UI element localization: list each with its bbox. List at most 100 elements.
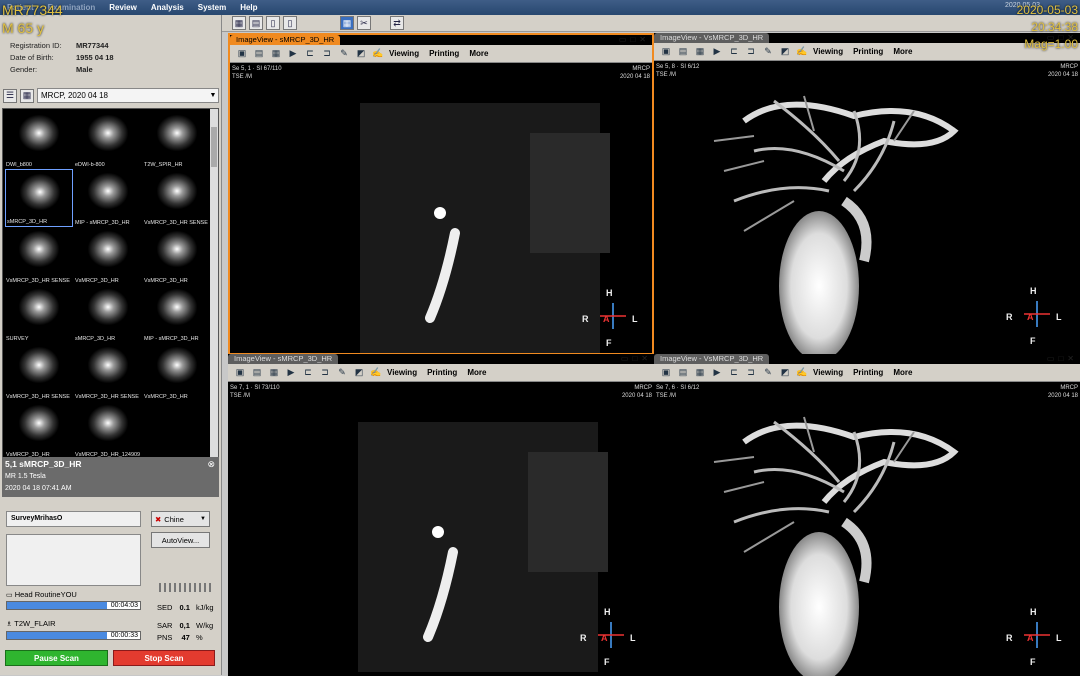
printing-menu[interactable]: Printing xyxy=(853,368,883,377)
grid-icon[interactable]: ▦ xyxy=(270,48,282,59)
annotate-icon[interactable]: ✍ xyxy=(370,367,382,378)
menu-review[interactable]: Review xyxy=(102,3,144,12)
layout-icon[interactable]: ▣ xyxy=(236,48,248,59)
window-level-icon[interactable]: ◩ xyxy=(355,48,367,59)
pin-icon[interactable]: ✎ xyxy=(762,367,774,378)
thumbnail[interactable]: sMRCP_3D_HR xyxy=(5,169,73,227)
window-controls-icon[interactable]: ▭□✕ xyxy=(1047,354,1078,363)
layout-icon[interactable]: ▣ xyxy=(660,46,672,57)
thumbnail[interactable]: MIP - sMRCP_3D_HR xyxy=(74,169,142,227)
thumbnail[interactable]: VsMRCP_3D_HR SENSE xyxy=(143,169,211,227)
menu-analysis[interactable]: Analysis xyxy=(144,3,191,12)
scrollbar-thumb[interactable] xyxy=(211,127,217,167)
mr-image[interactable] xyxy=(654,61,1080,355)
more-menu[interactable]: More xyxy=(893,47,912,56)
annotate-icon[interactable]: ✍ xyxy=(796,367,808,378)
ruler-icon[interactable]: ⊏ xyxy=(304,48,316,59)
queue-item-2[interactable]: ♗ T2W_FLAIR xyxy=(6,619,56,628)
layout-icon[interactable]: ▦ xyxy=(232,16,246,30)
pin-icon[interactable]: ✎ xyxy=(336,367,348,378)
thumbnail[interactable]: DWI_b800 xyxy=(5,111,73,169)
grid-view-icon[interactable]: ▦ xyxy=(20,88,34,103)
measure-icon[interactable]: ⊐ xyxy=(745,46,757,57)
series-icon[interactable]: ▤ xyxy=(677,46,689,57)
ruler-icon[interactable]: ⊏ xyxy=(302,367,314,378)
window-level-icon[interactable]: ◩ xyxy=(353,367,365,378)
collapse-icon[interactable]: ⊗ xyxy=(207,459,215,470)
thumbnail[interactable]: VsMRCP_3D_HR SENSE xyxy=(74,343,142,401)
play-icon[interactable]: ▶ xyxy=(287,48,299,59)
thumbnail[interactable]: SURVEY xyxy=(5,285,73,343)
more-menu[interactable]: More xyxy=(893,368,912,377)
play-icon[interactable]: ▶ xyxy=(711,46,723,57)
layout-icon[interactable]: ▣ xyxy=(234,367,246,378)
printing-menu[interactable]: Printing xyxy=(427,368,457,377)
thumbnail[interactable]: VsMRCP_3D_HR SENSE xyxy=(5,343,73,401)
autoview-button[interactable]: AutoView... xyxy=(151,532,210,548)
folder-icon[interactable]: ▤ xyxy=(249,16,263,30)
thumbnail[interactable]: eDWI-b-800 xyxy=(74,111,142,169)
thumbnail[interactable]: VsMRCP_3D_HR xyxy=(5,401,73,459)
annotate-icon[interactable]: ✍ xyxy=(372,48,384,59)
thumbnail[interactable]: VsMRCP_3D_HR xyxy=(74,227,142,285)
swap-icon[interactable]: ⇄ xyxy=(390,16,404,30)
measure-icon[interactable]: ⊐ xyxy=(321,48,333,59)
series-icon[interactable]: ▤ xyxy=(253,48,265,59)
play-icon[interactable]: ▶ xyxy=(285,367,297,378)
menu-system[interactable]: System xyxy=(191,3,233,12)
thumbnail[interactable]: VsMRCP_3D_HR SENSE xyxy=(5,227,73,285)
window-level-icon[interactable]: ◩ xyxy=(779,367,791,378)
tool-icon[interactable]: ✂ xyxy=(357,16,371,30)
thumbnail[interactable]: VsMRCP_3D_HR_124909 xyxy=(74,401,142,459)
pin-icon[interactable]: ✎ xyxy=(338,48,350,59)
printing-menu[interactable]: Printing xyxy=(429,49,459,58)
measure-icon[interactable]: ⊐ xyxy=(319,367,331,378)
stop-scan-button[interactable]: Stop Scan xyxy=(113,650,215,666)
grid-active-icon[interactable]: ▦ xyxy=(340,16,354,30)
viewport-tab[interactable]: ImageView - sMRCP_3D_HR xyxy=(228,354,339,364)
grid-icon[interactable]: ▦ xyxy=(268,367,280,378)
thumbnail[interactable]: sMRCP_3D_HR xyxy=(74,285,142,343)
window-controls-icon[interactable]: ▭□✕ xyxy=(621,354,652,363)
image-viewport[interactable]: ImageView - VsMRCP_3D_HR ▭□✕ ▣ ▤ ▦ ▶ ⊏ ⊐ ✎ ◩ ✍ View… xyxy=(654,354,1080,676)
measure-icon[interactable]: ⊐ xyxy=(745,367,757,378)
thumbnail[interactable]: T2W_SPIR_HR xyxy=(143,111,211,169)
viewing-menu[interactable]: Viewing xyxy=(389,49,419,58)
window-level-icon[interactable]: ◩ xyxy=(779,46,791,57)
window-controls-icon[interactable]: ▭□✕ xyxy=(619,35,650,44)
more-menu[interactable]: More xyxy=(469,49,488,58)
layout-icon[interactable]: ▣ xyxy=(660,367,672,378)
viewport-tab[interactable]: ImageView - sMRCP_3D_HR xyxy=(230,35,341,45)
more-menu[interactable]: More xyxy=(467,368,486,377)
grid-icon[interactable]: ▦ xyxy=(694,367,706,378)
thumbnail[interactable]: VsMRCP_3D_HR xyxy=(143,227,211,285)
exam-select[interactable]: MRCP, 2020 04 18 ▼ xyxy=(37,88,219,103)
pin-icon[interactable]: ✎ xyxy=(762,46,774,57)
printing-menu[interactable]: Printing xyxy=(853,47,883,56)
viewing-menu[interactable]: Viewing xyxy=(387,368,417,377)
play-icon[interactable]: ▶ xyxy=(711,367,723,378)
ruler-icon[interactable]: ⊏ xyxy=(728,367,740,378)
queue-item-1[interactable]: ▭ Head RoutineYOU xyxy=(6,590,77,599)
viewport-tab[interactable]: ImageView - VsMRCP_3D_HR xyxy=(654,354,770,364)
thumbnail-scrollbar[interactable] xyxy=(210,109,218,457)
list-view-icon[interactable]: ☰ xyxy=(3,88,17,103)
protocol-field[interactable]: SurveyMrihasO xyxy=(6,511,141,527)
ruler-icon[interactable]: ⊏ xyxy=(728,46,740,57)
grid-icon[interactable]: ▦ xyxy=(694,46,706,57)
thumbnail[interactable]: VsMRCP_3D_HR xyxy=(143,343,211,401)
menu-help[interactable]: Help xyxy=(233,3,264,12)
thumbnail[interactable]: MIP - sMRCP_3D_HR xyxy=(143,285,211,343)
image-viewport[interactable]: ImageView - sMRCP_3D_HR ▭□✕ ▣ ▤ ▦ ▶ ⊏ ⊐ ✎ ◩ ✍ Viewi… xyxy=(228,354,654,676)
mr-image[interactable] xyxy=(654,382,1080,676)
viewing-menu[interactable]: Viewing xyxy=(813,47,843,56)
viewing-menu[interactable]: Viewing xyxy=(813,368,843,377)
series-icon[interactable]: ▤ xyxy=(677,367,689,378)
page-icon[interactable]: ▯ xyxy=(266,16,280,30)
pause-scan-button[interactable]: Pause Scan xyxy=(5,650,108,666)
series-icon[interactable]: ▤ xyxy=(251,367,263,378)
image-viewport[interactable]: ImageView - VsMRCP_3D_HR ▭□✕ ▣ ▤ ▦ ▶ ⊏ ⊐ ✎ ◩ ✍ View… xyxy=(654,33,1080,355)
page-icon[interactable]: ▯ xyxy=(283,16,297,30)
mr-image[interactable] xyxy=(230,63,652,357)
image-viewport[interactable]: ImageView - sMRCP_3D_HR ▭□✕ ▣ ▤ ▦ ▶ ⊏ ⊐ ✎ ◩ ✍ Viewi… xyxy=(228,33,654,355)
